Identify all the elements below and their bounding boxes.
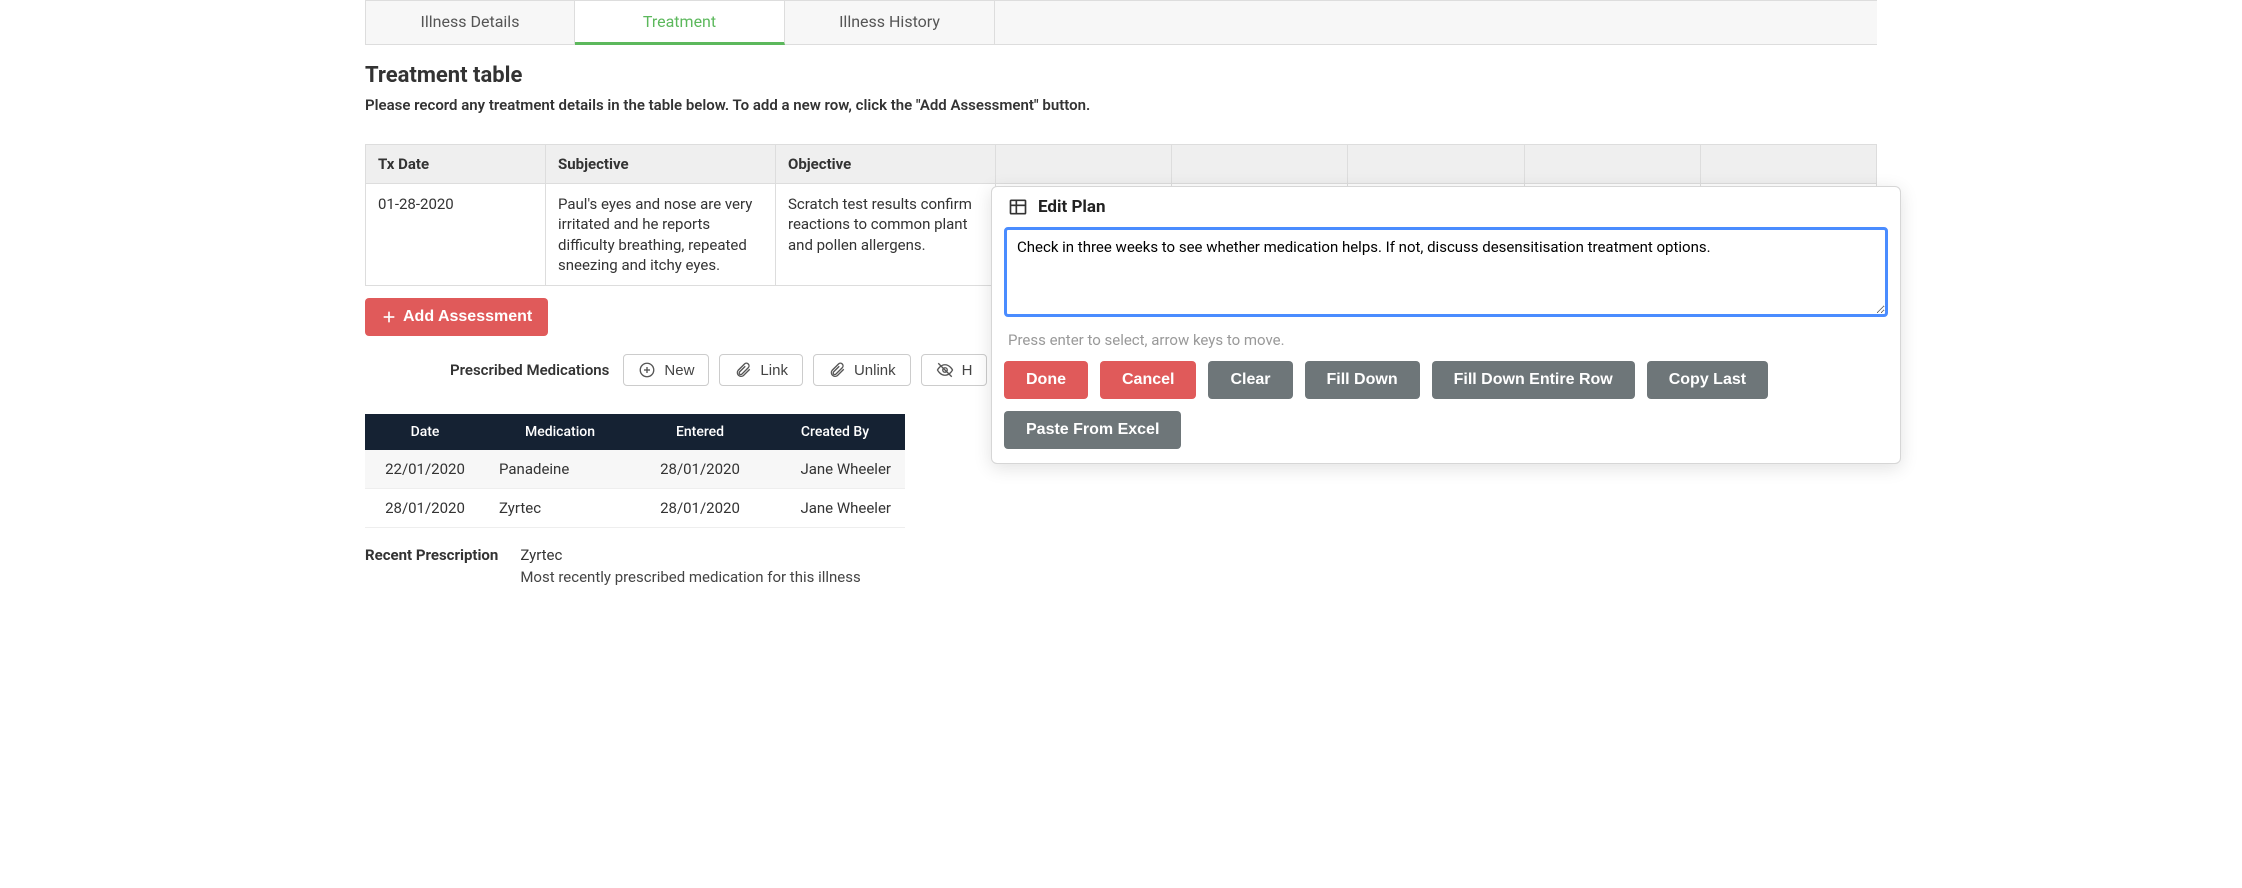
link-button[interactable]: Link — [719, 354, 803, 386]
popover-title-text: Edit Plan — [1038, 197, 1106, 217]
hide-button[interactable]: H — [921, 354, 988, 386]
paperclip-icon — [828, 361, 846, 379]
med-name: Zyrtec — [485, 489, 635, 528]
paste-excel-button[interactable]: Paste From Excel — [1004, 411, 1181, 449]
popover-title: Edit Plan — [1008, 197, 1888, 217]
popover-hint: Press enter to select, arrow keys to mov… — [1008, 331, 1884, 349]
th-med-date[interactable]: Date — [365, 414, 485, 450]
th-created-by[interactable]: Created By — [765, 414, 905, 450]
cell-tx-date[interactable]: 01-28-2020 — [366, 184, 546, 286]
unlink-button-label: Unlink — [854, 362, 896, 379]
new-button[interactable]: New — [623, 354, 709, 386]
tabs-bar: Illness Details Treatment Illness Histor… — [365, 0, 1877, 45]
recent-prescription-desc: Most recently prescribed medication for … — [520, 568, 860, 586]
tab-treatment[interactable]: Treatment — [575, 0, 785, 45]
th-subjective[interactable]: Subjective — [546, 145, 776, 184]
th-medication[interactable]: Medication — [485, 414, 635, 450]
unlink-button[interactable]: Unlink — [813, 354, 911, 386]
medications-table: Date Medication Entered Created By 22/01… — [365, 414, 905, 528]
add-assessment-button[interactable]: Add Assessment — [365, 298, 548, 336]
page-title: Treatment table — [365, 63, 1877, 88]
th-blank-3[interactable] — [1348, 145, 1524, 184]
med-created-by: Jane Wheeler — [765, 450, 905, 489]
new-button-label: New — [664, 362, 694, 379]
med-row[interactable]: 22/01/2020 Panadeine 28/01/2020 Jane Whe… — [365, 450, 905, 489]
med-created-by: Jane Wheeler — [765, 489, 905, 528]
med-date: 28/01/2020 — [365, 489, 485, 528]
cell-subjective[interactable]: Paul's eyes and nose are very irritated … — [546, 184, 776, 286]
th-objective[interactable]: Objective — [776, 145, 996, 184]
med-name: Panadeine — [485, 450, 635, 489]
th-blank-4[interactable] — [1524, 145, 1700, 184]
table-icon — [1008, 197, 1028, 217]
plus-circle-icon — [638, 361, 656, 379]
tab-illness-history[interactable]: Illness History — [785, 0, 995, 44]
done-button[interactable]: Done — [1004, 361, 1088, 399]
hide-button-label: H — [962, 362, 973, 379]
plan-textarea[interactable] — [1004, 227, 1888, 317]
instructions: Please record any treatment details in t… — [365, 96, 1877, 114]
th-entered[interactable]: Entered — [635, 414, 765, 450]
recent-prescription-label: Recent Prescription — [365, 546, 498, 564]
recent-prescription-value: Zyrtec — [520, 546, 860, 564]
tabs-filler — [995, 0, 1877, 44]
med-date: 22/01/2020 — [365, 450, 485, 489]
edit-plan-popover: Edit Plan Press enter to select, arrow k… — [991, 186, 1901, 464]
cell-objective[interactable]: Scratch test results confirm reactions t… — [776, 184, 996, 286]
med-entered: 28/01/2020 — [635, 489, 765, 528]
med-row[interactable]: 28/01/2020 Zyrtec 28/01/2020 Jane Wheele… — [365, 489, 905, 528]
cancel-button[interactable]: Cancel — [1100, 361, 1196, 399]
th-blank-2[interactable] — [1172, 145, 1348, 184]
fill-down-button[interactable]: Fill Down — [1305, 361, 1420, 399]
fill-row-button[interactable]: Fill Down Entire Row — [1432, 361, 1635, 399]
eye-off-icon — [936, 361, 954, 379]
plus-icon — [381, 309, 397, 325]
copy-last-button[interactable]: Copy Last — [1647, 361, 1768, 399]
med-entered: 28/01/2020 — [635, 450, 765, 489]
th-blank-1[interactable] — [996, 145, 1172, 184]
paperclip-icon — [734, 361, 752, 379]
clear-button[interactable]: Clear — [1208, 361, 1292, 399]
recent-prescription: Recent Prescription Zyrtec Most recently… — [365, 546, 1877, 586]
th-tx-date[interactable]: Tx Date — [366, 145, 546, 184]
add-assessment-label: Add Assessment — [403, 308, 532, 326]
prescribed-meds-label: Prescribed Medications — [450, 361, 609, 379]
th-blank-5[interactable] — [1700, 145, 1876, 184]
link-button-label: Link — [760, 362, 788, 379]
tab-illness-details[interactable]: Illness Details — [365, 0, 575, 44]
popover-button-row: Done Cancel Clear Fill Down Fill Down En… — [1004, 361, 1888, 449]
